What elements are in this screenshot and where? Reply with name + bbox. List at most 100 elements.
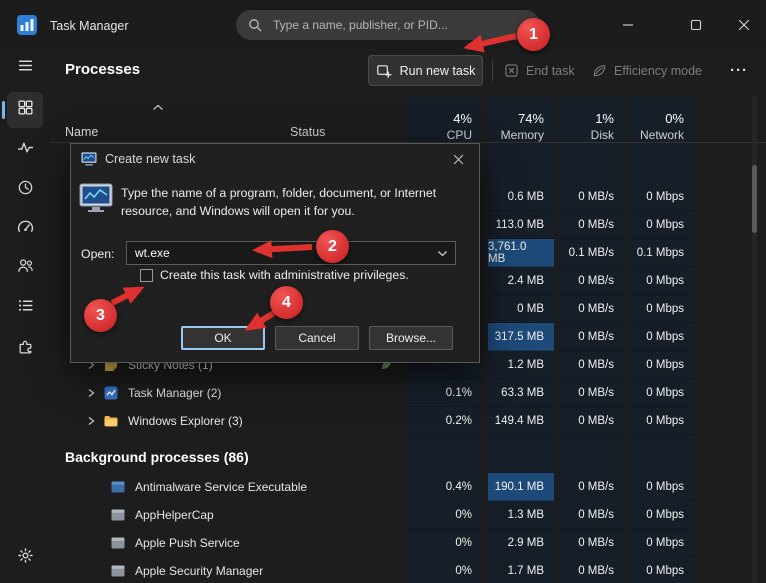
active-item-accent <box>2 101 5 119</box>
background-processes-header: Background processes (86) <box>65 449 249 465</box>
search-box[interactable] <box>236 10 540 40</box>
window-icon <box>110 563 126 579</box>
column-header-status[interactable]: Status <box>290 125 325 139</box>
mem-cell: 317.5 MB <box>488 323 554 351</box>
close-button[interactable] <box>722 0 766 50</box>
window-title: Task Manager <box>50 19 129 33</box>
open-input[interactable] <box>127 246 437 260</box>
mem-cell: 113.0 MB <box>488 211 554 239</box>
task-manager-icon <box>103 385 119 401</box>
disk-cell: 0 MB/s <box>558 183 624 211</box>
net-cell: 0 Mbps <box>628 529 694 557</box>
sidebar-item-users[interactable] <box>7 250 43 286</box>
browse-button[interactable]: Browse... <box>369 326 453 350</box>
net-cell: 0 Mbps <box>628 323 694 351</box>
sidebar-item-app-history[interactable] <box>7 172 43 208</box>
net-cell: 0 Mbps <box>628 473 694 501</box>
startup-apps-icon <box>17 218 34 240</box>
window-icon <box>110 507 126 523</box>
network-total-percent: 0% <box>665 111 684 126</box>
process-row[interactable]: Task Manager (2) 0.1% 63.3 MB 0 MB/s 0 Mbps <box>50 379 766 407</box>
process-name: Task Manager (2) <box>128 386 222 400</box>
maximize-button[interactable] <box>674 0 718 50</box>
disk-cell: 0 MB/s <box>558 529 624 557</box>
services-icon <box>17 338 34 360</box>
process-row[interactable]: Apple Push Service 0% 2.9 MB 0 MB/s 0 Mbps <box>50 529 766 557</box>
scrollbar-thumb[interactable] <box>752 165 757 233</box>
column-header-cpu[interactable]: 4% CPU <box>406 98 482 142</box>
admin-checkbox-label: Create this task with administrative pri… <box>160 268 409 282</box>
hamburger-menu-icon <box>17 57 34 79</box>
net-cell: 0 Mbps <box>628 557 694 583</box>
cancel-button[interactable]: Cancel <box>275 326 359 350</box>
column-header-disk[interactable]: 1% Disk <box>558 98 624 142</box>
dialog-title: Create new task <box>105 152 196 166</box>
sidebar-item-startup-apps[interactable] <box>7 211 43 247</box>
column-header-name[interactable]: Name <box>65 125 98 139</box>
app-history-icon <box>17 179 34 201</box>
net-cell: 0 Mbps <box>628 501 694 529</box>
run-new-task-label: Run new task <box>399 63 476 78</box>
titlebar: Task Manager <box>0 0 766 50</box>
disk-cell: 0 MB/s <box>558 407 624 435</box>
page-title: Processes <box>65 61 141 78</box>
net-cell: 0 Mbps <box>628 351 694 379</box>
disk-cell: 0 MB/s <box>558 323 624 351</box>
memory-label: Memory <box>500 128 544 142</box>
toolbar-divider <box>492 60 493 81</box>
more-options-button[interactable]: ··· <box>724 55 754 86</box>
sidebar-item-details[interactable] <box>7 290 43 326</box>
create-new-task-dialog: Create new task Type the name of a progr… <box>70 143 480 363</box>
sidebar-item-settings[interactable] <box>7 540 43 576</box>
users-icon <box>17 257 34 279</box>
efficiency-mode-label: Efficiency mode <box>614 63 703 78</box>
column-header-memory[interactable]: 74% Memory <box>488 98 554 142</box>
cpu-cell: 0.2% <box>406 407 482 435</box>
column-header-network[interactable]: 0% Network <box>628 98 694 142</box>
cpu-cell: 0% <box>406 529 482 557</box>
process-name: Antimalware Service Executable <box>135 480 308 494</box>
sort-caret-icon <box>152 98 164 116</box>
process-row[interactable]: Windows Explorer (3) 0.2% 149.4 MB 0 MB/s 0 … <box>50 407 766 435</box>
process-row[interactable]: Antimalware Service Executable 0.4% 190.1 … <box>50 473 766 501</box>
end-task-button[interactable]: End task <box>504 55 575 86</box>
admin-privileges-row[interactable]: Create this task with administrative pri… <box>140 268 409 282</box>
minimize-button[interactable] <box>606 0 650 50</box>
open-label: Open: <box>81 247 115 261</box>
process-row[interactable]: AppHelperCap 0% 1.3 MB 0 MB/s 0 Mbps <box>50 501 766 529</box>
sidebar-item-services[interactable] <box>7 331 43 367</box>
gear-icon <box>17 547 34 569</box>
efficiency-mode-button[interactable]: Efficiency mode <box>592 55 702 86</box>
admin-privileges-checkbox[interactable] <box>140 268 153 282</box>
dialog-close-icon[interactable] <box>447 148 469 170</box>
sidebar-item-performance[interactable] <box>7 132 43 168</box>
create-task-dialog-icon <box>81 152 97 166</box>
cpu-label: CPU <box>446 128 472 142</box>
mem-cell: 1.7 MB <box>488 557 554 583</box>
memory-total-percent: 74% <box>517 111 544 126</box>
mem-cell: 3,761.0 MB <box>488 239 554 267</box>
mem-cell: 0 MB <box>488 295 554 323</box>
sidebar-item-processes[interactable] <box>7 92 43 128</box>
disk-cell: 0 MB/s <box>558 557 624 583</box>
run-new-task-button[interactable]: Run new task <box>368 55 483 86</box>
combo-dropdown-icon[interactable] <box>437 250 455 257</box>
ok-button[interactable]: OK <box>181 326 265 350</box>
menu-button[interactable] <box>7 50 43 86</box>
mem-cell: 1.3 MB <box>488 501 554 529</box>
disk-cell: 0 MB/s <box>558 473 624 501</box>
process-name: Apple Security Manager <box>135 564 264 578</box>
search-input[interactable] <box>271 17 528 33</box>
window-icon <box>110 535 126 551</box>
mem-cell: 190.1 MB <box>488 473 554 501</box>
mem-cell: 2.4 MB <box>488 267 554 295</box>
mem-cell: 63.3 MB <box>488 379 554 407</box>
dialog-titlebar[interactable]: Create new task <box>71 144 479 174</box>
folder-icon <box>103 413 119 429</box>
expand-chevron-icon[interactable] <box>86 416 103 426</box>
expand-chevron-icon[interactable] <box>86 388 103 398</box>
open-combobox[interactable] <box>126 241 456 265</box>
disk-label: Disk <box>590 128 614 142</box>
end-task-icon <box>504 63 519 78</box>
process-row[interactable]: Apple Security Manager 0% 1.7 MB 0 MB/s 0 Mb… <box>50 557 766 583</box>
